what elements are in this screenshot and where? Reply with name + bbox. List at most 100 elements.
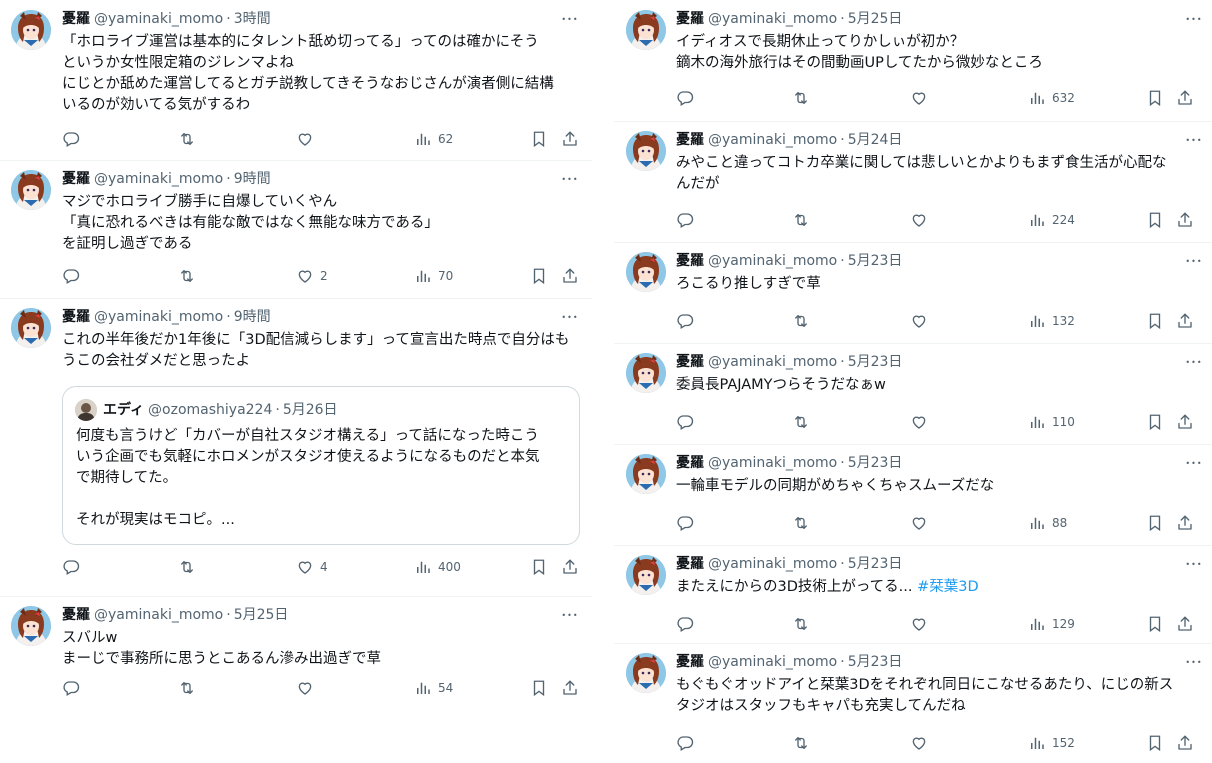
tweet-time[interactable]: 3時間	[234, 11, 271, 27]
reply-button[interactable]	[676, 733, 700, 753]
like-button[interactable]: 2	[296, 266, 328, 286]
author-name[interactable]: 憂羅	[676, 132, 704, 148]
share-button[interactable]	[561, 557, 579, 577]
like-button[interactable]	[910, 614, 934, 634]
bookmark-button[interactable]	[530, 557, 548, 577]
bookmark-button[interactable]	[1146, 210, 1164, 230]
like-button[interactable]	[910, 210, 934, 230]
more-icon[interactable]: •••	[1184, 555, 1204, 575]
views-button[interactable]: 632	[1028, 88, 1075, 108]
reply-button[interactable]	[676, 412, 700, 432]
views-button[interactable]: 132	[1028, 311, 1075, 331]
share-button[interactable]	[1176, 412, 1194, 432]
author-handle[interactable]: @yaminaki_momo	[708, 11, 837, 27]
author-handle[interactable]: @yaminaki_momo	[708, 455, 837, 471]
bookmark-button[interactable]	[1146, 88, 1164, 108]
retweet-button[interactable]	[178, 678, 202, 698]
bookmark-button[interactable]	[530, 678, 548, 698]
views-button[interactable]: 70	[414, 266, 453, 286]
author-handle[interactable]: @yaminaki_momo	[94, 171, 223, 187]
reply-button[interactable]	[676, 88, 700, 108]
author-name[interactable]: 憂羅	[676, 556, 704, 572]
more-icon[interactable]: •••	[1184, 454, 1204, 474]
bookmark-button[interactable]	[1146, 614, 1164, 634]
author-handle[interactable]: @yaminaki_momo	[708, 253, 837, 269]
share-button[interactable]	[561, 678, 579, 698]
author-name[interactable]: 憂羅	[676, 11, 704, 27]
retweet-button[interactable]	[792, 311, 816, 331]
like-button[interactable]	[910, 513, 934, 533]
tweet[interactable]: 憂羅 @yaminaki_momo · 5月24日 ••• みやこと違ってコトカ卒業に関し…	[614, 121, 1212, 243]
share-button[interactable]	[1176, 513, 1194, 533]
views-button[interactable]: 110	[1028, 412, 1075, 432]
reply-button[interactable]	[62, 266, 86, 286]
author-name[interactable]: 憂羅	[62, 309, 90, 325]
more-icon[interactable]: •••	[1184, 10, 1204, 30]
quote-avatar[interactable]	[75, 399, 97, 421]
author-handle[interactable]: @yaminaki_momo	[708, 654, 837, 670]
retweet-button[interactable]	[792, 88, 816, 108]
author-name[interactable]: 憂羅	[62, 607, 90, 623]
bookmark-button[interactable]	[530, 266, 548, 286]
avatar[interactable]	[626, 454, 666, 494]
tweet[interactable]: 憂羅 @yaminaki_momo · 5月23日 ••• 委員長PAJAMYつらそうだな…	[614, 343, 1212, 445]
bookmark-button[interactable]	[1146, 311, 1164, 331]
tweet-time[interactable]: 9時間	[234, 171, 271, 187]
views-button[interactable]: 62	[414, 129, 453, 149]
avatar[interactable]	[626, 10, 666, 50]
avatar[interactable]	[626, 353, 666, 393]
bookmark-button[interactable]	[1146, 733, 1164, 753]
bookmark-button[interactable]	[1146, 412, 1164, 432]
retweet-button[interactable]	[792, 513, 816, 533]
avatar[interactable]	[11, 606, 51, 646]
tweet[interactable]: 憂羅 @yaminaki_momo · 5月25日 ••• イディオスで長期休止ってりかし…	[614, 0, 1212, 122]
share-button[interactable]	[561, 129, 579, 149]
like-button[interactable]	[296, 678, 320, 698]
avatar[interactable]	[626, 653, 666, 693]
author-handle[interactable]: @yaminaki_momo	[94, 607, 223, 623]
author-name[interactable]: 憂羅	[676, 455, 704, 471]
bookmark-button[interactable]	[1146, 513, 1164, 533]
retweet-button[interactable]	[792, 733, 816, 753]
tweet[interactable]: 憂羅 @yaminaki_momo · 5月23日 ••• ろこるり推しすぎで草 132	[614, 242, 1212, 344]
tweet[interactable]: 憂羅 @yaminaki_momo · 5月23日 ••• もぐもぐオッドアイと栞葉3Dを…	[614, 643, 1212, 763]
tweet-time[interactable]: 5月23日	[848, 556, 903, 572]
retweet-button[interactable]	[792, 412, 816, 432]
retweet-button[interactable]	[792, 210, 816, 230]
more-icon[interactable]: •••	[560, 170, 580, 190]
reply-button[interactable]	[676, 210, 700, 230]
views-button[interactable]: 152	[1028, 733, 1075, 753]
avatar[interactable]	[11, 10, 51, 50]
reply-button[interactable]	[62, 557, 86, 577]
more-icon[interactable]: •••	[1184, 252, 1204, 272]
tweet[interactable]: 憂羅 @yaminaki_momo · 9時間 ••• マジでホロライブ勝手に自爆していく…	[0, 160, 592, 299]
author-handle[interactable]: @yaminaki_momo	[94, 11, 223, 27]
views-button[interactable]: 224	[1028, 210, 1075, 230]
like-button[interactable]: 4	[296, 557, 328, 577]
author-handle[interactable]: @yaminaki_momo	[94, 309, 223, 325]
tweet[interactable]: 憂羅 @yaminaki_momo · 9時間 ••• これの半年後だか1年後に「3D配信…	[0, 298, 592, 597]
like-button[interactable]	[910, 88, 934, 108]
reply-button[interactable]	[62, 129, 86, 149]
share-button[interactable]	[1176, 210, 1194, 230]
more-icon[interactable]: •••	[1184, 653, 1204, 673]
like-button[interactable]	[296, 129, 320, 149]
more-icon[interactable]: •••	[560, 10, 580, 30]
more-icon[interactable]: •••	[1184, 353, 1204, 373]
author-name[interactable]: 憂羅	[676, 354, 704, 370]
tweet-time[interactable]: 9時間	[234, 309, 271, 325]
tweet[interactable]: 憂羅 @yaminaki_momo · 5月23日 ••• またえにからの3D技術上がって…	[614, 545, 1212, 644]
retweet-button[interactable]	[178, 129, 202, 149]
author-name[interactable]: 憂羅	[676, 654, 704, 670]
views-button[interactable]: 129	[1028, 614, 1075, 634]
author-handle[interactable]: @yaminaki_momo	[708, 354, 837, 370]
reply-button[interactable]	[676, 311, 700, 331]
tweet-time[interactable]: 5月23日	[848, 654, 903, 670]
tweet[interactable]: 憂羅 @yaminaki_momo · 5月23日 ••• 一輪車モデルの同期がめちゃくち…	[614, 444, 1212, 546]
retweet-button[interactable]	[792, 614, 816, 634]
avatar[interactable]	[626, 131, 666, 171]
reply-button[interactable]	[676, 513, 700, 533]
more-icon[interactable]: •••	[1184, 131, 1204, 151]
author-name[interactable]: 憂羅	[62, 11, 90, 27]
quoted-tweet[interactable]: エディ @ozomashiya224 · 5月26日 何度も言うけど「カバーが自社スタジ…	[62, 386, 580, 545]
